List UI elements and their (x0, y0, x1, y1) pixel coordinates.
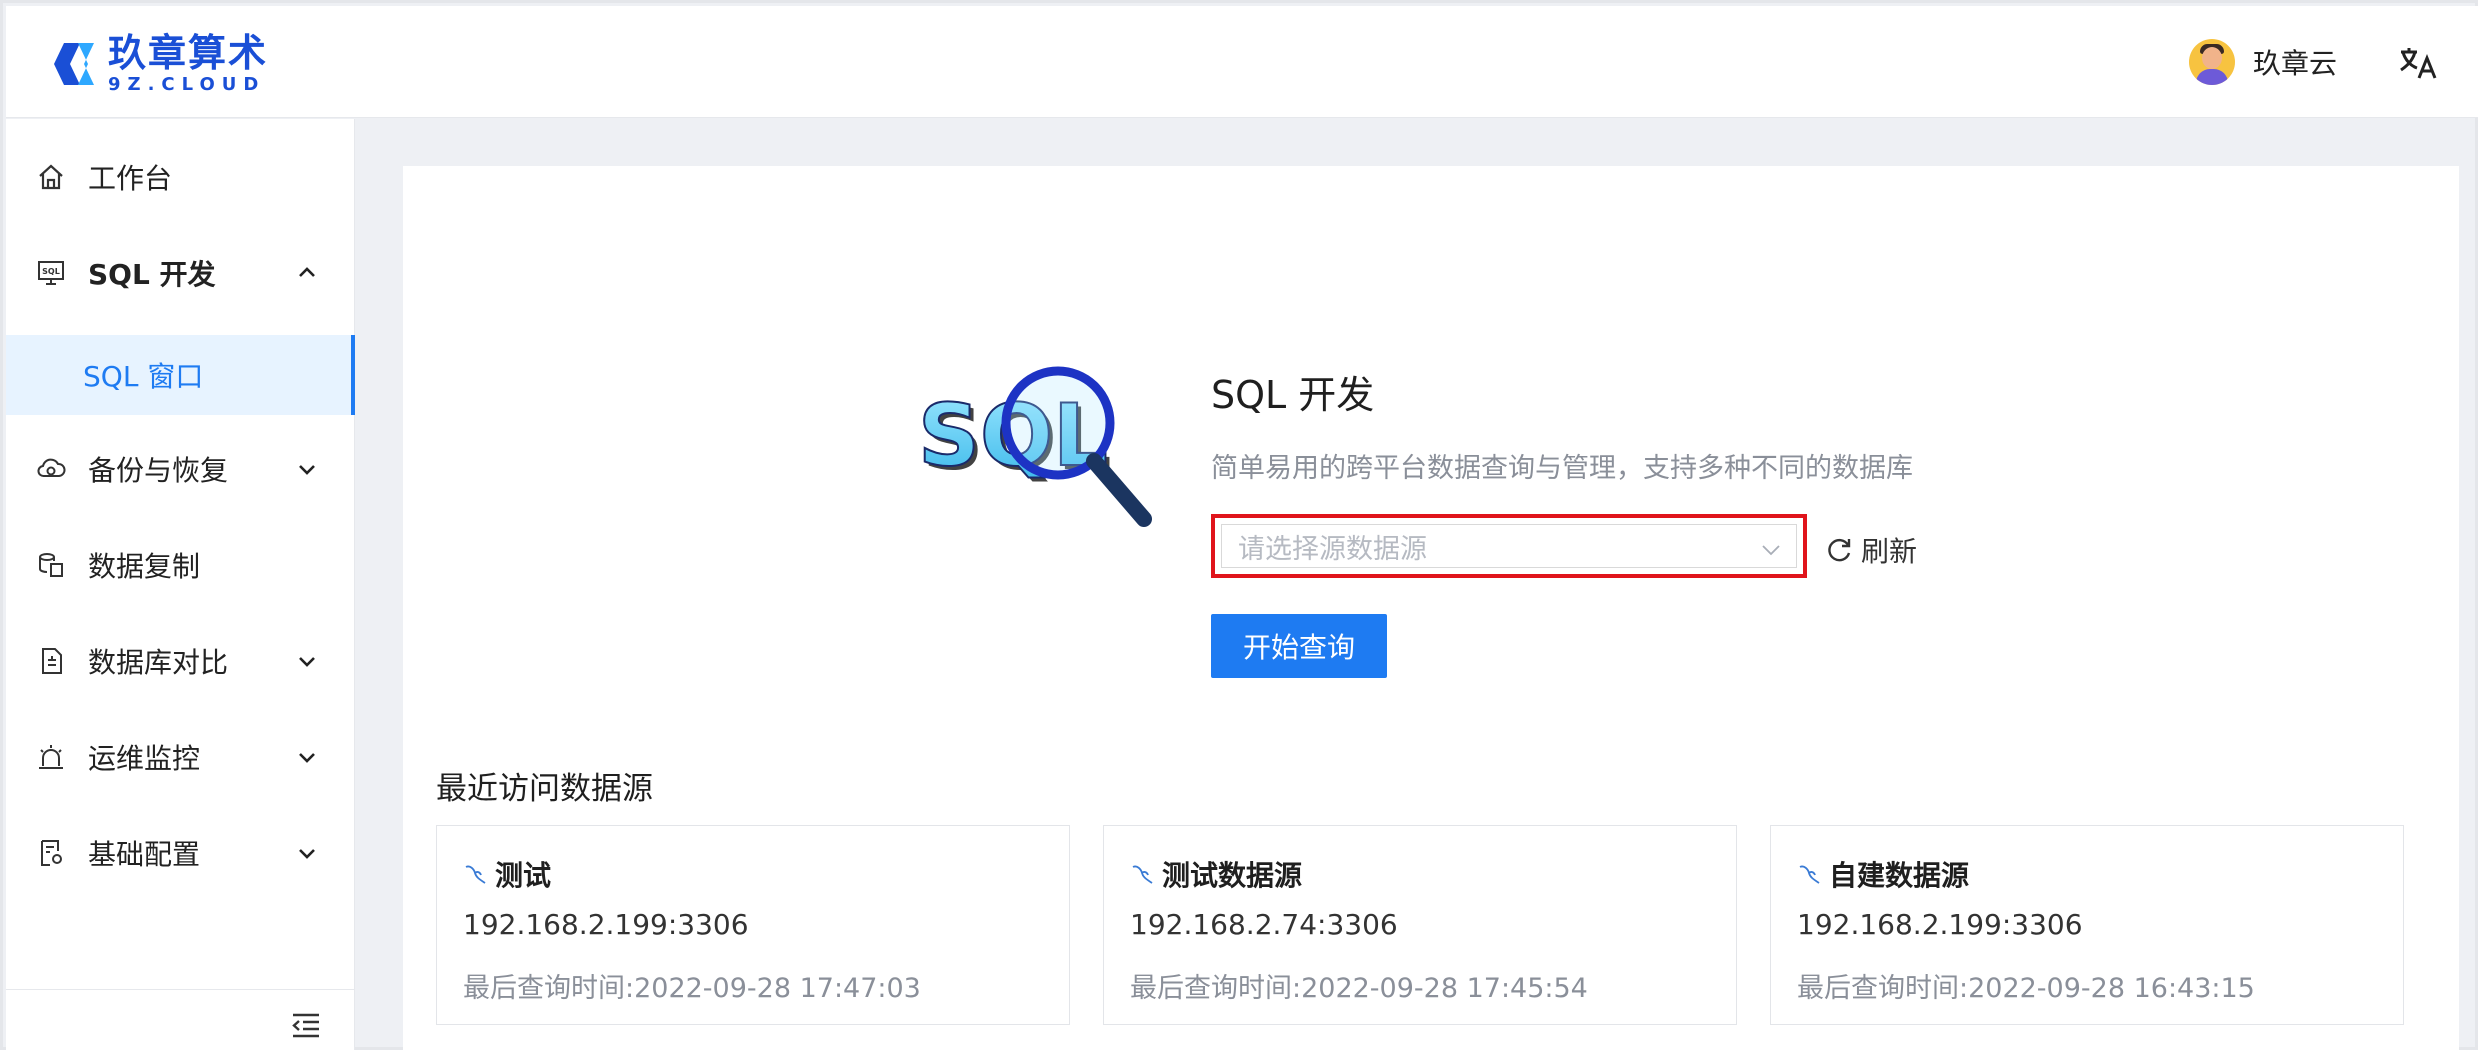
mysql-icon (465, 865, 486, 884)
chevron-up-icon (299, 267, 315, 277)
page-title: SQL 开发 (1211, 373, 1375, 417)
select-placeholder: 请选择源数据源 (1238, 533, 1427, 565)
sidebar-item-label: 数据复制 (88, 550, 201, 583)
sql-monitor-icon: SQL (38, 261, 64, 285)
datasource-name: 测试数据源 (1162, 859, 1303, 892)
chevron-down-icon (299, 657, 315, 667)
sidebar-item-ops-monitor[interactable]: 运维监控 (6, 717, 355, 797)
home-icon (39, 164, 63, 190)
user-menu[interactable]: 玖章云 (2189, 39, 2337, 85)
svg-text:SQL: SQL (42, 267, 60, 276)
datasource-name: 测试 (495, 859, 552, 892)
sidebar-item-base-config[interactable]: 基础配置 (6, 813, 355, 893)
sidebar-item-label: SQL 窗口 (83, 360, 204, 393)
refresh-button[interactable]: 刷新 (1825, 530, 1917, 570)
sidebar-item-workbench[interactable]: 工作台 (6, 137, 355, 217)
sidebar-item-backup[interactable]: 备份与恢复 (6, 429, 355, 509)
datasource-host: 192.168.2.199:3306 (1797, 908, 2083, 941)
sidebar-item-sql-window[interactable]: SQL 窗口 (6, 335, 355, 415)
brand-name: 玖章算术 (108, 31, 269, 75)
refresh-icon (1828, 538, 1851, 562)
datasource-host: 192.168.2.199:3306 (463, 908, 749, 941)
brand-domain: 9Z.CLOUD (108, 74, 266, 95)
chevron-down-icon (299, 465, 315, 475)
brand-logo[interactable]: 玖章算术 9Z.CLOUD (50, 34, 268, 94)
datasource-name: 自建数据源 (1829, 859, 1970, 892)
datasource-host: 192.168.2.74:3306 (1130, 908, 1398, 941)
brand-logo-mark-icon (54, 43, 94, 85)
db-compare-icon (42, 648, 62, 674)
collapse-sidebar-icon[interactable] (291, 1012, 321, 1038)
sql-dev-panel: SQL SQL SQL 开发 简单易用的跨平台数据查询与管理，支持多种不同的数据… (403, 166, 2459, 1050)
datasource-card[interactable]: 测试数据源 192.168.2.74:3306 最后查询时间:2022-09-2… (1103, 825, 1737, 1025)
datasource-last-query: 最后查询时间:2022-09-28 17:47:03 (463, 973, 921, 1004)
user-name[interactable]: 玖章云 (2253, 42, 2337, 82)
sidebar-item-label: 数据库对比 (88, 646, 229, 679)
avatar[interactable] (2189, 39, 2235, 85)
sidebar-item-label: 运维监控 (88, 742, 201, 775)
sql-magnifier-logo: SQL SQL (918, 366, 1152, 527)
chevron-down-icon (299, 753, 315, 763)
datasource-last-query: 最后查询时间:2022-09-28 17:45:54 (1130, 973, 1588, 1004)
sidebar-item-label: 备份与恢复 (88, 454, 229, 487)
chevron-down-icon (1762, 545, 1780, 556)
app-frame: 玖章算术 9Z.CLOUD 玖章云 工作台 SQL SQL 开发 SQL 窗口 … (0, 0, 2478, 1050)
datasource-card[interactable]: 自建数据源 192.168.2.199:3306 最后查询时间:2022-09-… (1770, 825, 2404, 1025)
sidebar-item-label: 工作台 (88, 162, 173, 195)
page-description: 简单易用的跨平台数据查询与管理，支持多种不同的数据库 (1211, 453, 1913, 484)
start-query-button[interactable]: 开始查询 (1211, 614, 1387, 678)
alarm-icon (39, 745, 63, 769)
sidebar: 工作台 SQL SQL 开发 SQL 窗口 备份与恢复 数据复制 数据库对比 运… (6, 119, 355, 1050)
source-datasource-select-highlight: 请选择源数据源 (1211, 514, 1807, 578)
datasource-card[interactable]: 测试 192.168.2.199:3306 最后查询时间:2022-09-28 … (436, 825, 1070, 1025)
active-indicator (351, 335, 355, 415)
config-icon (41, 840, 62, 866)
mysql-icon (1799, 865, 1820, 884)
recent-datasources-title: 最近访问数据源 (436, 771, 653, 807)
sidebar-footer (6, 989, 355, 1050)
sidebar-item-label: 基础配置 (88, 838, 201, 871)
sidebar-item-sql-dev[interactable]: SQL SQL 开发 (6, 233, 355, 313)
data-copy-icon (39, 553, 63, 577)
mysql-icon (1132, 865, 1153, 884)
datasource-last-query: 最后查询时间:2022-09-28 16:43:15 (1797, 973, 2255, 1004)
translate-icon[interactable] (2399, 46, 2437, 80)
sidebar-item-data-copy[interactable]: 数据复制 (6, 525, 355, 605)
source-datasource-select[interactable]: 请选择源数据源 (1221, 524, 1797, 568)
cloud-backup-icon (37, 458, 66, 477)
sidebar-item-db-compare[interactable]: 数据库对比 (6, 621, 355, 701)
top-header: 玖章算术 9Z.CLOUD 玖章云 (6, 6, 2478, 118)
sidebar-item-label: SQL 开发 (88, 258, 216, 291)
chevron-down-icon (299, 849, 315, 859)
